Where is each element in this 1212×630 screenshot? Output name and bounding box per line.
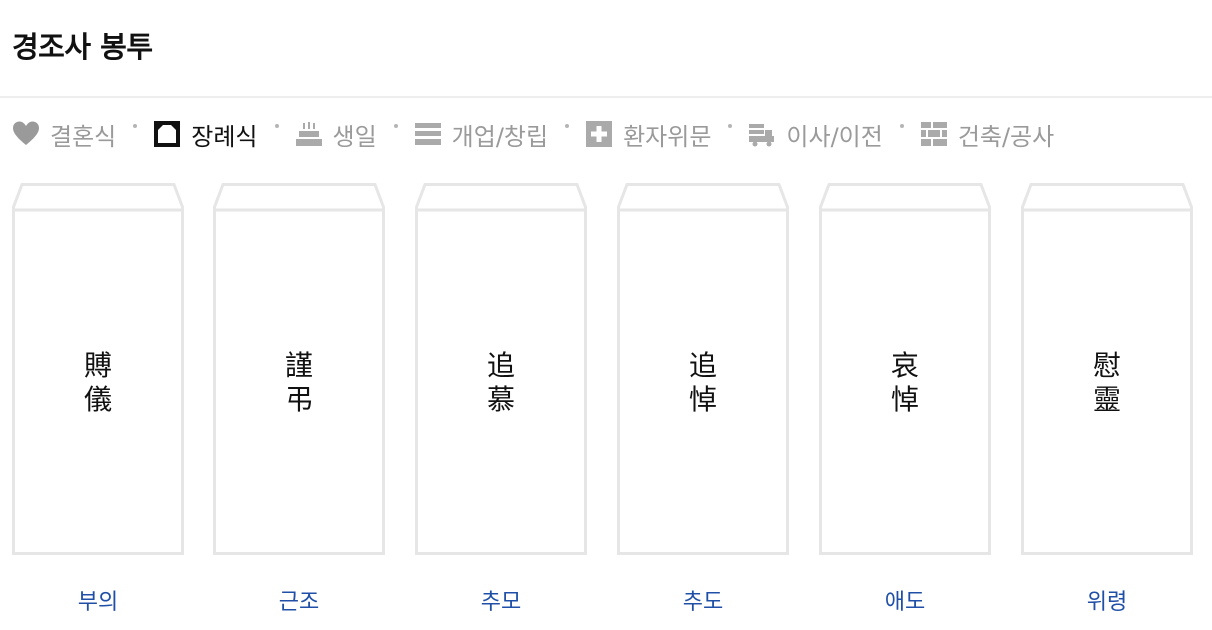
envelope-label-link[interactable]: 애도 [819, 584, 991, 616]
tab-hospital-visit[interactable]: 환자위문 [585, 117, 711, 152]
tab-moving[interactable]: 이사/이전 [748, 117, 883, 152]
tab-separator [565, 124, 570, 128]
tab-separator [728, 124, 733, 128]
tab-construction[interactable]: 건축/공사 [920, 117, 1054, 152]
envelope-hanja: 追 慕 [415, 349, 587, 417]
tab-label: 개업/창립 [451, 122, 549, 151]
tab-funeral[interactable]: 장례식 [153, 117, 258, 152]
envelope-hanja: 哀 悼 [819, 349, 991, 417]
hanja-char: 儀 [83, 383, 112, 416]
hanja-char: 慰 [1092, 349, 1121, 382]
tab-label: 환자위문 [623, 122, 712, 151]
envelope-hanja: 賻 儀 [12, 349, 184, 417]
tab-separator [133, 124, 138, 128]
tab-opening[interactable]: 개업/창립 [414, 117, 548, 152]
tab-label: 결혼식 [50, 122, 117, 151]
envelope-label-link[interactable]: 추도 [617, 584, 789, 616]
tab-label: 생일 [332, 122, 377, 151]
hanja-char: 悼 [890, 383, 919, 416]
envelope-label-link[interactable]: 근조 [213, 584, 385, 616]
tab-wedding[interactable]: 결혼식 [12, 117, 116, 152]
hanja-char: 弔 [284, 383, 313, 416]
envelope-card-aedo[interactable]: 哀 悼 [819, 183, 991, 555]
hanja-char: 哀 [890, 349, 919, 382]
hanja-char: 慕 [486, 383, 515, 416]
brick-wall-icon [920, 120, 948, 148]
frame-icon [153, 120, 181, 148]
header-divider [0, 96, 1212, 98]
hanja-char: 追 [486, 349, 515, 382]
tab-label: 이사/이전 [786, 122, 883, 151]
envelope-card-chumo[interactable]: 追 慕 [415, 183, 587, 555]
heart-icon [12, 120, 40, 148]
hanja-char: 追 [688, 349, 717, 382]
envelope-hanja: 謹 弔 [213, 349, 385, 417]
moving-truck-icon [748, 120, 776, 148]
storefront-icon [414, 120, 442, 148]
hanja-char: 賻 [83, 349, 112, 382]
tab-separator [393, 124, 398, 128]
envelope-hanja: 慰 靈 [1021, 349, 1193, 417]
envelope-card-wiryeong[interactable]: 慰 靈 [1021, 183, 1193, 555]
envelope-card-geunjo[interactable]: 謹 弔 [213, 183, 385, 555]
medical-cross-icon [585, 120, 613, 148]
hanja-char: 悼 [688, 383, 717, 416]
envelope-label-link[interactable]: 추모 [415, 584, 587, 616]
envelope-card-buui[interactable]: 賻 儀 [12, 183, 184, 555]
tab-separator [899, 124, 904, 128]
tab-birthday[interactable]: 생일 [295, 117, 377, 152]
occasion-tabs: 결혼식 장례식 생일 개업/창립 환자위문 이사/이전 건축/공사 [12, 112, 1054, 156]
hanja-char: 謹 [284, 349, 313, 382]
tab-label: 건축/공사 [957, 122, 1055, 151]
envelope-hanja: 追 悼 [617, 349, 789, 417]
tab-separator [274, 124, 279, 128]
envelope-label-link[interactable]: 위령 [1021, 584, 1193, 616]
cake-icon [295, 120, 323, 148]
envelope-label-link[interactable]: 부의 [12, 584, 184, 616]
hanja-char: 靈 [1092, 383, 1121, 416]
tab-label: 장례식 [191, 122, 258, 151]
page-title: 경조사 봉투 [12, 30, 153, 64]
envelope-card-chudo[interactable]: 追 悼 [617, 183, 789, 555]
